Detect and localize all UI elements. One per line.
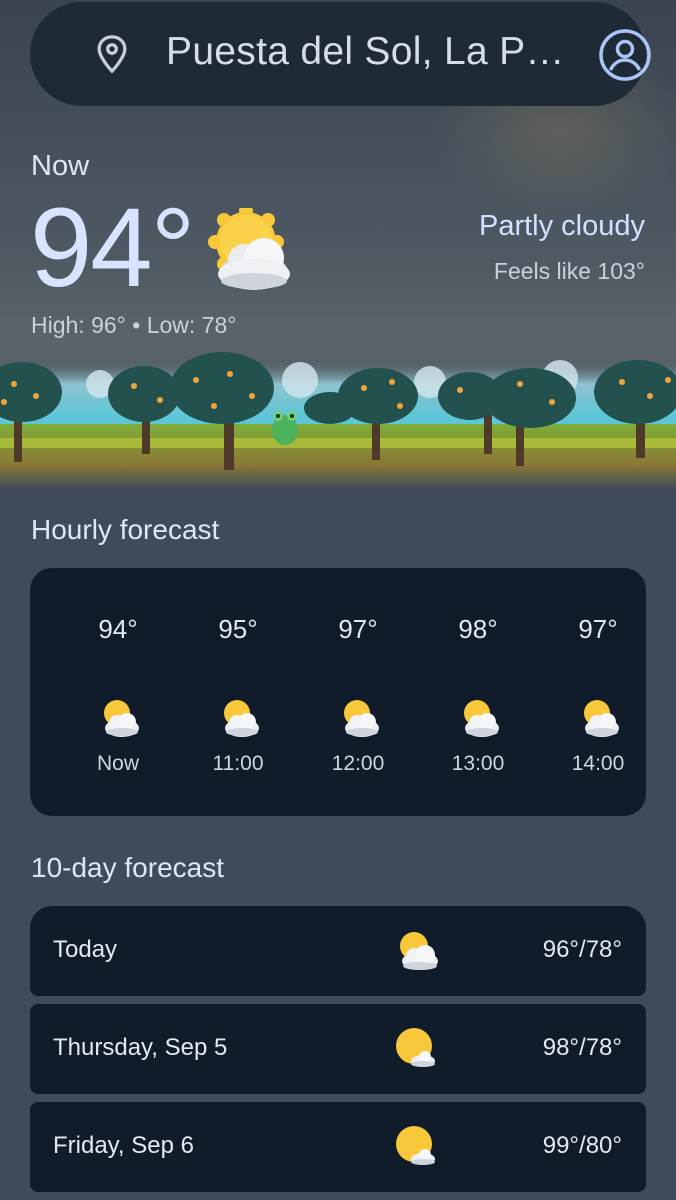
current-temperature: 94° [30, 185, 195, 310]
condition-text: Partly cloudy [478, 210, 645, 242]
day-name: Thursday, Sep 5 [53, 1034, 228, 1061]
hourly-forecast-card[interactable]: 94° Now 95° 11:00 97° 12:00 98° 13:00 97… [30, 568, 646, 816]
weather-scene-illustration [0, 352, 676, 490]
hourly-item[interactable]: 95° 11:00 [183, 568, 293, 816]
high-low-temperature: High: 96° • Low: 78° [31, 312, 237, 338]
hourly-item[interactable]: 94° Now [63, 568, 173, 816]
partly-cloudy-icon [104, 700, 139, 737]
ten-day-forecast-title: 10-day forecast [31, 852, 224, 883]
partly-cloudy-icon [584, 700, 619, 737]
daily-row-friday[interactable]: Friday, Sep 6 99°/80° [30, 1102, 646, 1192]
partly-cloudy-icon [224, 700, 259, 737]
mostly-sunny-icon [396, 1126, 435, 1165]
mostly-sunny-icon [396, 1028, 435, 1067]
hourly-time: 12:00 [331, 752, 385, 775]
hourly-temp: 98° [458, 614, 498, 644]
location-search-bar[interactable]: Puesta del Sol, La P… [30, 2, 651, 106]
hourly-temp: 97° [578, 614, 618, 644]
hourly-time: 11:00 [212, 752, 264, 775]
location-pin-icon [97, 35, 127, 74]
hourly-time: Now [96, 752, 139, 775]
daily-row-today[interactable]: Today 96°/78° [30, 906, 646, 996]
hourly-temp: 95° [218, 614, 258, 644]
day-name: Today [53, 936, 118, 963]
hourly-time: 13:00 [451, 752, 505, 775]
temperature-range: 98°/78° [542, 1034, 622, 1061]
hourly-item[interactable]: 97° 12:00 [303, 568, 413, 816]
location-name[interactable]: Puesta del Sol, La P… [166, 30, 565, 74]
weather-hero: Puesta del Sol, La P… Now 94° High: 96° … [0, 0, 676, 490]
now-label: Now [31, 150, 90, 182]
partly-cloudy-icon [464, 700, 499, 737]
hourly-temp: 97° [338, 614, 378, 644]
partly-cloudy-icon [400, 932, 438, 970]
hourly-item[interactable]: 97° 14:00 [543, 568, 653, 816]
frog-mascot [272, 411, 298, 445]
hourly-time: 14:00 [571, 752, 625, 775]
temperature-range: 99°/80° [542, 1132, 622, 1159]
partly-cloudy-icon [344, 700, 379, 737]
feels-like-text: Feels like 103° [493, 258, 645, 284]
hourly-temp: 94° [98, 614, 138, 644]
day-name: Friday, Sep 6 [53, 1132, 194, 1159]
hourly-item[interactable]: 98° 13:00 [423, 568, 533, 816]
account-icon[interactable] [598, 28, 652, 82]
hourly-forecast-title: Hourly forecast [31, 514, 220, 545]
temperature-range: 96°/78° [542, 936, 622, 963]
partly-cloudy-icon [208, 208, 290, 290]
daily-row-thursday[interactable]: Thursday, Sep 5 98°/78° [30, 1004, 646, 1094]
